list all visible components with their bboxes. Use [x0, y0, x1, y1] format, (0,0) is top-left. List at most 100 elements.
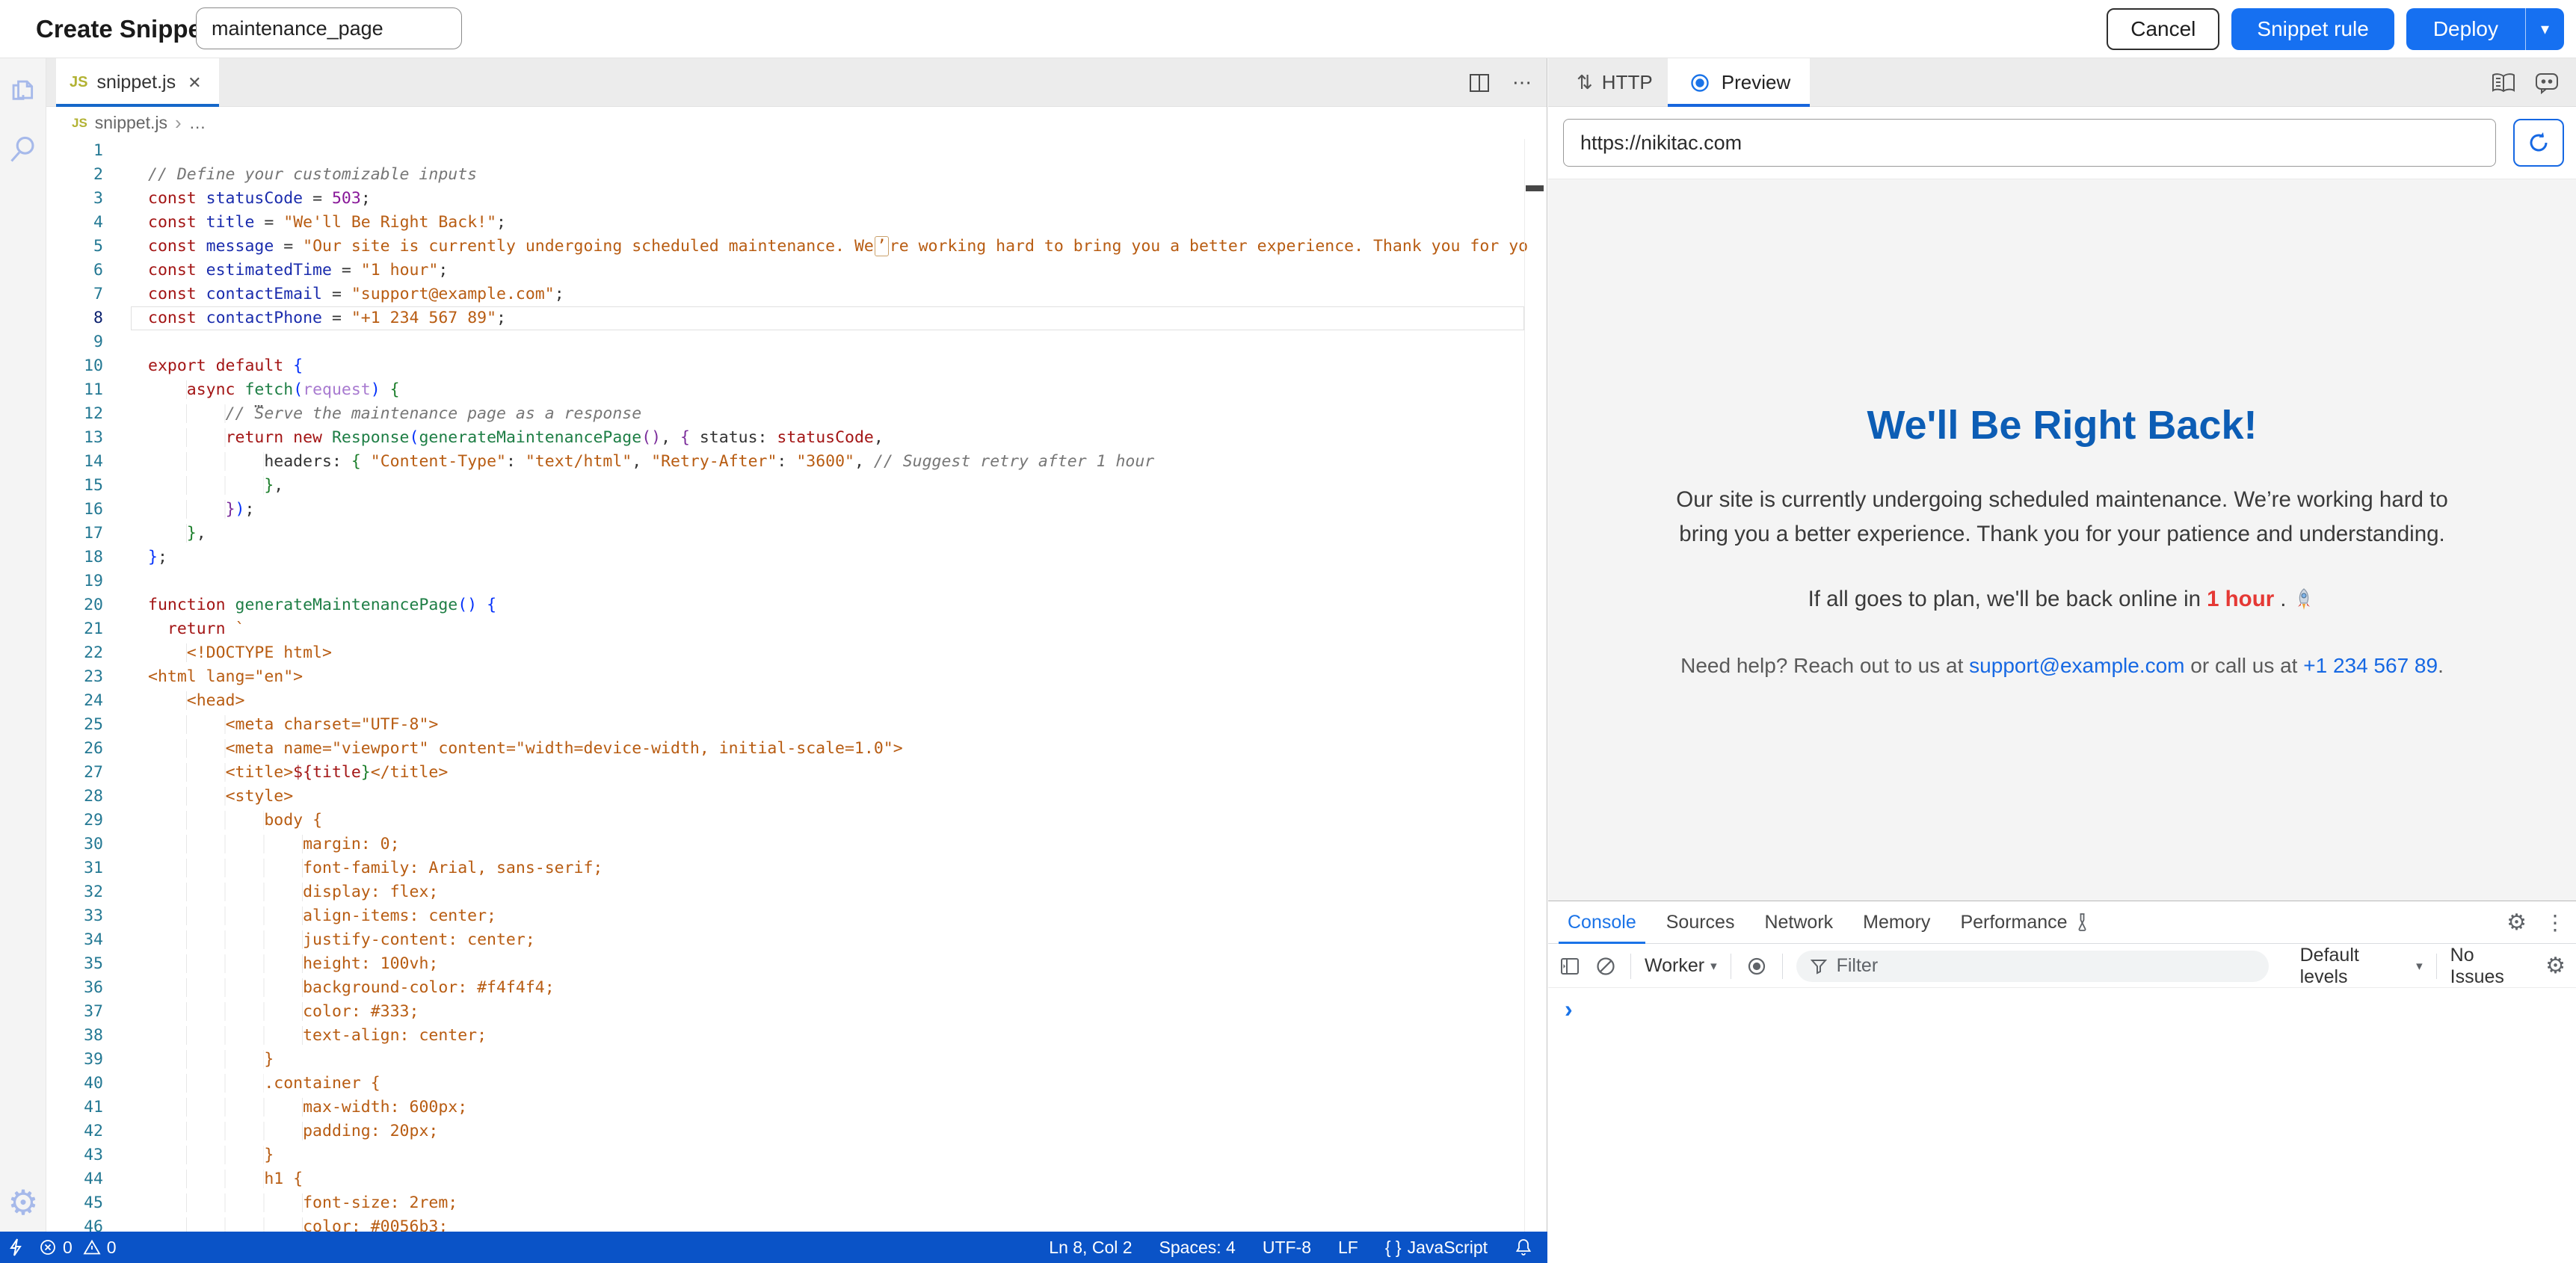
- tab-http[interactable]: ⇅ HTTP: [1565, 58, 1665, 107]
- refresh-button[interactable]: [2513, 119, 2564, 167]
- cancel-button[interactable]: Cancel: [2107, 8, 2219, 50]
- tab-console[interactable]: Console: [1553, 901, 1651, 944]
- tab-snippet-js[interactable]: JS snippet.js ✕: [56, 58, 219, 107]
- issues-counter[interactable]: No Issues: [2450, 945, 2532, 988]
- preview-url-input[interactable]: [1563, 119, 2496, 167]
- code-line[interactable]: 33 align-items: center;: [46, 904, 1547, 928]
- tab-preview[interactable]: Preview: [1668, 58, 1810, 107]
- code-line[interactable]: 19: [46, 569, 1547, 593]
- tab-http-label: HTTP: [1602, 71, 1653, 94]
- tab-memory[interactable]: Memory: [1848, 901, 1945, 944]
- code-line[interactable]: 27 <title>${title}</title>: [46, 761, 1547, 785]
- code-line[interactable]: 7const contactEmail = "support@example.c…: [46, 282, 1547, 306]
- code-line[interactable]: 35 height: 100vh;: [46, 952, 1547, 976]
- code-line[interactable]: 25 <meta charset="UTF-8">: [46, 713, 1547, 737]
- code-line[interactable]: 36 background-color: #f4f4f4;: [46, 976, 1547, 1000]
- editor-scrollbar[interactable]: [1524, 139, 1547, 1232]
- problems-indicator[interactable]: 0 0: [39, 1238, 117, 1258]
- code-line[interactable]: 10export default {: [46, 354, 1547, 378]
- code-line[interactable]: 13 return new Response(generateMaintenan…: [46, 426, 1547, 450]
- code-line[interactable]: 26 <meta name="viewport" content="width=…: [46, 737, 1547, 761]
- snippet-name-input[interactable]: [196, 7, 462, 49]
- tab-performance[interactable]: Performance: [1945, 901, 2106, 944]
- tab-network[interactable]: Network: [1749, 901, 1848, 944]
- code-line[interactable]: 22 <!DOCTYPE html>: [46, 641, 1547, 665]
- clear-console-icon[interactable]: [1594, 955, 1617, 978]
- breadcrumb-file[interactable]: snippet.js: [95, 113, 167, 133]
- code-line[interactable]: 29 body {: [46, 809, 1547, 833]
- notifications-bell-icon[interactable]: [1515, 1238, 1532, 1257]
- console-settings-gear-icon[interactable]: ⚙: [2545, 953, 2566, 979]
- code-line[interactable]: 4const title = "We'll Be Right Back!";: [46, 211, 1547, 235]
- code-line[interactable]: 45 font-size: 2rem;: [46, 1191, 1547, 1215]
- code-line[interactable]: 20function generateMaintenancePage() {: [46, 593, 1547, 617]
- tab-sources[interactable]: Sources: [1651, 901, 1750, 944]
- devtools-settings-gear-icon[interactable]: ⚙: [2506, 910, 2527, 936]
- code-line[interactable]: 34 justify-content: center;: [46, 928, 1547, 952]
- email-link[interactable]: support@example.com: [1969, 654, 2184, 677]
- line-number: 3: [46, 187, 103, 211]
- remote-indicator-icon[interactable]: [7, 1238, 24, 1257]
- docs-book-icon[interactable]: [2491, 72, 2516, 94]
- deploy-dropdown-caret[interactable]: ▾: [2525, 8, 2564, 50]
- console-output[interactable]: ›: [1548, 987, 2576, 1263]
- code-line[interactable]: 43 }: [46, 1143, 1547, 1167]
- code-line[interactable]: 39 }: [46, 1048, 1547, 1072]
- code-line[interactable]: 11 async fetch(request) {: [46, 378, 1547, 402]
- breadcrumb[interactable]: JS snippet.js › …: [46, 107, 1547, 139]
- code-line[interactable]: 16 });: [46, 498, 1547, 522]
- files-icon[interactable]: [0, 75, 46, 108]
- code-line[interactable]: 42 padding: 20px;: [46, 1120, 1547, 1143]
- code-line[interactable]: 21 return `: [46, 617, 1547, 641]
- code-line[interactable]: 14 headers: { "Content-Type": "text/html…: [46, 450, 1547, 474]
- code-text: const estimatedTime = "1 hour";: [148, 259, 448, 282]
- code-line[interactable]: 15 },: [46, 474, 1547, 498]
- code-line[interactable]: 46 color: #0056b3;: [46, 1215, 1547, 1232]
- code-line[interactable]: 1: [46, 139, 1547, 163]
- split-editor-icon[interactable]: [1467, 72, 1491, 94]
- breadcrumb-more[interactable]: …: [189, 113, 206, 133]
- code-line[interactable]: 6const estimatedTime = "1 hour";: [46, 259, 1547, 282]
- code-line[interactable]: 30 margin: 0;: [46, 833, 1547, 856]
- context-selector[interactable]: Worker▾: [1645, 955, 1717, 977]
- encoding-setting[interactable]: UTF-8: [1263, 1238, 1311, 1258]
- code-line[interactable]: 28 <style>: [46, 785, 1547, 809]
- code-line[interactable]: 38 text-align: center;: [46, 1024, 1547, 1048]
- code-line[interactable]: 17 },: [46, 522, 1547, 546]
- code-line[interactable]: 24 <head>: [46, 689, 1547, 713]
- console-prompt-chevron[interactable]: ›: [1565, 995, 1573, 1023]
- indentation-setting[interactable]: Spaces: 4: [1159, 1238, 1236, 1258]
- code-line[interactable]: 40 .container {: [46, 1072, 1547, 1096]
- code-line[interactable]: 2// Define your customizable inputs: [46, 163, 1547, 187]
- code-line[interactable]: 44 h1 {: [46, 1167, 1547, 1191]
- line-number: 13: [46, 426, 103, 450]
- code-line[interactable]: 5const message = "Our site is currently …: [46, 235, 1547, 259]
- code-line[interactable]: 18};: [46, 546, 1547, 569]
- code-line[interactable]: 3const statusCode = 503;: [46, 187, 1547, 211]
- log-levels-selector[interactable]: Default levels▾: [2300, 945, 2423, 988]
- code-line[interactable]: 31 font-family: Arial, sans-serif;: [46, 856, 1547, 880]
- live-expression-eye-icon[interactable]: [1745, 956, 1769, 977]
- code-line[interactable]: 8const contactPhone = "+1 234 567 89";: [46, 306, 1547, 330]
- devtools-kebab-menu-icon[interactable]: ⋮: [2545, 910, 2566, 935]
- code-line[interactable]: 41 max-width: 600px;: [46, 1096, 1547, 1120]
- language-mode[interactable]: { } JavaScript: [1385, 1238, 1488, 1258]
- code-line[interactable]: 12 // Serve the maintenance page as a re…: [46, 402, 1547, 426]
- cursor-position[interactable]: Ln 8, Col 2: [1049, 1238, 1132, 1258]
- code-line[interactable]: 32 display: flex;: [46, 880, 1547, 904]
- deploy-button[interactable]: Deploy ▾: [2406, 8, 2564, 50]
- settings-gear-icon[interactable]: ⚙: [0, 1185, 46, 1220]
- code-area[interactable]: 12// Define your customizable inputs3con…: [46, 139, 1547, 1232]
- code-line[interactable]: 9: [46, 330, 1547, 354]
- editor-more-actions-icon[interactable]: ⋯: [1512, 71, 1533, 94]
- discord-chat-icon[interactable]: [2534, 72, 2560, 94]
- code-line[interactable]: 37 color: #333;: [46, 1000, 1547, 1024]
- eol-setting[interactable]: LF: [1338, 1238, 1358, 1258]
- console-sidebar-toggle-icon[interactable]: [1559, 955, 1581, 978]
- console-filter-input[interactable]: Filter: [1796, 951, 2269, 982]
- phone-link[interactable]: +1 234 567 89: [2303, 654, 2438, 677]
- code-line[interactable]: 23<html lang="en">: [46, 665, 1547, 689]
- tab-close-icon[interactable]: ✕: [188, 73, 201, 93]
- search-icon[interactable]: [0, 133, 46, 166]
- snippet-rule-button[interactable]: Snippet rule: [2231, 8, 2394, 50]
